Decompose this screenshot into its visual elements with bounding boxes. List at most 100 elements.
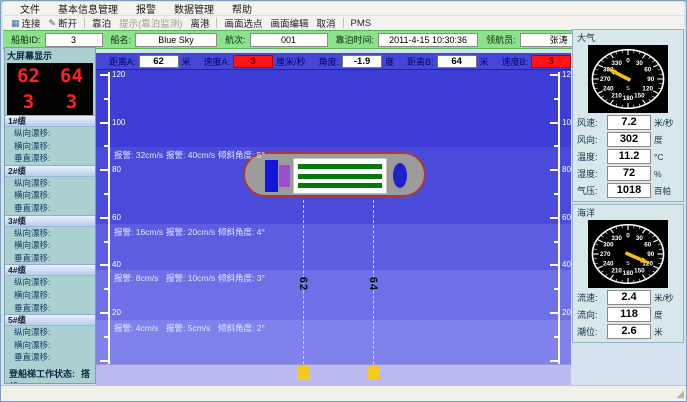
ship-outline (243, 152, 426, 197)
distance-label: 64 (367, 277, 379, 291)
tool-button-label: 连接 (22, 16, 41, 30)
ship-name-input[interactable]: Blue Sky (135, 33, 217, 47)
ruler-tick (550, 312, 558, 314)
atmosphere-unit: 度 (654, 134, 679, 146)
tool-button-label: 断开 (58, 16, 77, 30)
ruler-tick (100, 122, 108, 124)
measure-距离A:: 距离A:62米 (109, 55, 191, 68)
tilt-angle: 倾斜角度: 3° (218, 272, 265, 284)
gauge-tick (597, 266, 603, 269)
alarm-speed-a: 报警: 4cm/s (114, 322, 166, 334)
ruler-tick (104, 193, 108, 195)
measurement-bar: 距离A:62米速度A:3厘米/秒角度:-1.9度距离B:64米速度B:3厘米/秒 (96, 53, 571, 70)
ruler-tick (104, 98, 108, 100)
gauge-south-label: S (626, 86, 630, 92)
tool-button-label: 提示(靠泊监测) (119, 16, 182, 30)
tool-button-画面编辑[interactable]: 画面编辑 (266, 16, 312, 30)
ship-name-label: 船名: (111, 33, 132, 46)
menu-item-数据管理[interactable]: 数据管理 (165, 1, 223, 16)
ocean-value-box: 118 (607, 307, 651, 322)
measure-unit: 米 (182, 55, 191, 68)
measure-value-box: 3 (233, 55, 273, 68)
alarm-threshold-line: 报警: 4cm/s报警: 5cm/s倾斜角度: 2° (114, 322, 265, 334)
atmosphere-label: 湿度: (577, 167, 604, 180)
ocean-unit: 度 (654, 309, 679, 321)
gauge-number: 90 (647, 251, 655, 258)
menu-item-帮助[interactable]: 帮助 (223, 1, 261, 16)
deck-stripe (298, 174, 382, 179)
drift-row: 纵向漂移: (5, 326, 95, 339)
measure-unit: 厘米/秒 (276, 55, 306, 68)
gauge-number: 120 (642, 85, 653, 92)
tilt-angle: 倾斜角度: 5° (218, 149, 265, 161)
alarm-threshold-line: 报警: 16cm/s报警: 20cm/s倾斜角度: 4° (114, 226, 265, 238)
tool-button-label: 离港 (190, 16, 209, 30)
gauge-number: 30 (636, 60, 644, 67)
tool-button-连接[interactable]: ▦连接 (7, 16, 45, 30)
tool-button-label: 画面选点 (224, 16, 262, 30)
ruler-tick (554, 288, 558, 290)
gangway-status-label: 登船梯工作状态: (9, 369, 75, 379)
ruler-tick (554, 193, 558, 195)
berth-time-input[interactable]: 2011-4-15 10:30:36 (378, 33, 478, 47)
ruler-tick (100, 169, 108, 171)
gauge-tick (649, 274, 651, 276)
wind-compass-gauge: 0306090120150180210240270300330S (588, 45, 668, 113)
ocean-label: 流向: (577, 308, 604, 321)
atmosphere-unit: 米/秒 (654, 117, 679, 129)
drift-row: 横向漂移: (5, 289, 95, 302)
tool-button-label: PMS (351, 18, 372, 29)
atmosphere-value-box: 72 (607, 166, 651, 181)
tool-button-取消[interactable]: 取消 (312, 16, 339, 30)
ruler-label: 40 (562, 260, 571, 269)
ship-id-input[interactable]: 3 (45, 33, 103, 47)
ruler-tick (100, 360, 108, 362)
atmosphere-label: 风速: (577, 116, 604, 129)
cable-group-header: 1#缆 (5, 115, 95, 127)
alarm-threshold-line: 报警: 8cm/s报警: 10cm/s倾斜角度: 3° (114, 272, 265, 284)
berth-time-field: 靠泊时间:2011-4-15 10:30:36 (336, 33, 479, 47)
toolbar-separator (343, 18, 344, 28)
atmosphere-label: 风向: (577, 133, 604, 146)
gauge-tick (643, 229, 646, 234)
measure-label: 角度: (319, 55, 340, 68)
menu-item-报警[interactable]: 报警 (127, 1, 165, 16)
alarm-speed-a: 报警: 32cm/s (114, 149, 166, 161)
atmosphere-group: 大气 0306090120150180210240270300330S 风速:7… (572, 29, 684, 202)
drift-row: 垂直漂移: (5, 252, 95, 265)
menu-item-基本信息管理[interactable]: 基本信息管理 (49, 1, 127, 16)
tool-button-离港[interactable]: 离港 (186, 16, 213, 30)
gauge-number: 210 (611, 92, 622, 99)
menu-item-文件[interactable]: 文件 (11, 1, 49, 16)
deck-stripe (298, 164, 382, 169)
ruler-tick (100, 74, 108, 76)
ocean-row: 流速:2.4米/秒 (577, 290, 679, 305)
measure-label: 距离B: (407, 55, 434, 68)
gauge-tick (605, 232, 607, 234)
measure-unit: 米 (480, 55, 489, 68)
ruler-tick (100, 312, 108, 314)
right-ruler (558, 72, 560, 364)
gauge-tick (643, 54, 646, 59)
toolbar-separator (216, 18, 217, 28)
atmosphere-value-box: 302 (607, 132, 651, 147)
measure-value-box: 3 (531, 55, 571, 68)
tool-button-断开[interactable]: ✎断开 (45, 16, 82, 30)
display-value: 64 (50, 65, 93, 87)
disconnect-icon: ✎ (49, 18, 57, 29)
gauge-tick (649, 57, 651, 59)
gauge-needle (615, 72, 630, 80)
tool-button-靠泊[interactable]: 靠泊 (88, 16, 115, 30)
tool-button-PMS[interactable]: PMS (347, 18, 376, 29)
resize-grip[interactable]: ◢ (676, 389, 684, 400)
measure-label: 距离A: (109, 55, 136, 68)
ruler-tick (550, 217, 558, 219)
gauge-tick (653, 64, 659, 67)
plot-area: 1201008060402012010080604020报警: 32cm/s报警… (96, 70, 571, 387)
gangway-status: 登船梯工作状态:搭船 (5, 367, 95, 384)
atmosphere-label: 温度: (577, 150, 604, 163)
gauge-tick (653, 96, 656, 98)
gauge-number: 90 (647, 76, 655, 83)
tool-button-画面选点[interactable]: 画面选点 (220, 16, 266, 30)
voyage-input[interactable]: 001 (250, 33, 328, 47)
